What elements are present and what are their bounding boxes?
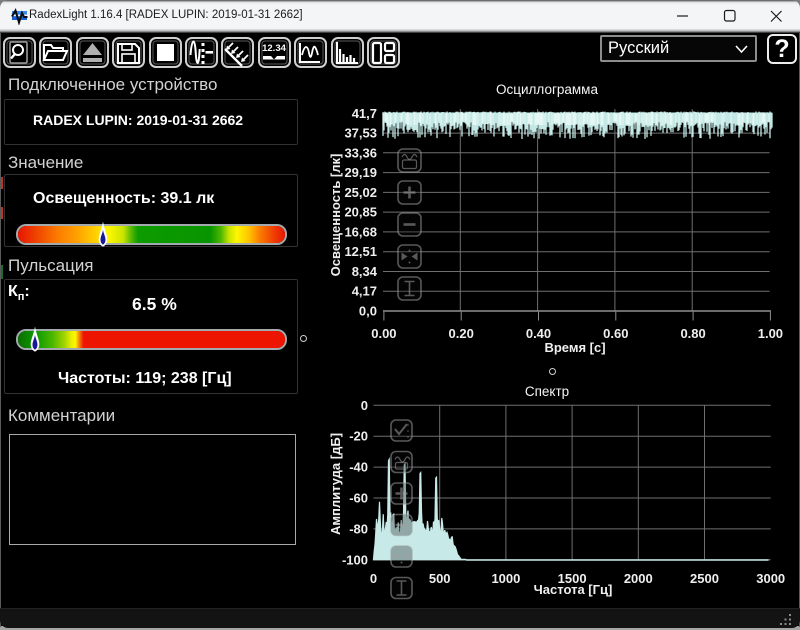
svg-text:4,17: 4,17: [352, 284, 377, 299]
svg-text:12.34: 12.34: [262, 43, 286, 54]
svg-text:20,85: 20,85: [344, 205, 377, 220]
svg-text:0.20: 0.20: [449, 326, 474, 341]
svg-text:Освещенность [лк]: Освещенность [лк]: [328, 154, 343, 277]
svg-text:25,02: 25,02: [344, 185, 377, 200]
svg-text:37,53: 37,53: [344, 126, 377, 141]
svg-text:12,51: 12,51: [344, 244, 377, 259]
svg-text:29,19: 29,19: [344, 165, 377, 180]
svg-text:-60: -60: [349, 491, 368, 506]
svg-text:Время [с]: Время [с]: [544, 340, 605, 355]
svg-text:2000: 2000: [624, 571, 653, 586]
svg-text:0.60: 0.60: [603, 326, 628, 341]
svg-text:41,7: 41,7: [352, 106, 377, 121]
svg-text:0.00: 0.00: [371, 326, 396, 341]
svg-text:-20: -20: [349, 429, 368, 444]
svg-text:Осциллограмма: Осциллограмма: [496, 82, 598, 97]
svg-text:Спектр: Спектр: [525, 384, 569, 399]
svg-text:-100: -100: [342, 552, 368, 567]
svg-text:1000: 1000: [491, 571, 520, 586]
svg-text:16,68: 16,68: [344, 224, 377, 239]
svg-text:0,0: 0,0: [359, 304, 377, 319]
svg-text:33,36: 33,36: [344, 145, 377, 160]
svg-text:0: 0: [370, 571, 377, 586]
svg-text:3000: 3000: [756, 571, 785, 586]
svg-text:-80: -80: [349, 521, 368, 536]
svg-text:0: 0: [361, 398, 368, 413]
svg-text:0.40: 0.40: [526, 326, 551, 341]
svg-text:0.80: 0.80: [680, 326, 705, 341]
svg-text:1.00: 1.00: [758, 326, 783, 341]
svg-text:500: 500: [429, 571, 451, 586]
svg-text:-40: -40: [349, 460, 368, 475]
svg-text:2500: 2500: [690, 571, 719, 586]
svg-text:Амплитуда [дБ]: Амплитуда [дБ]: [328, 433, 343, 535]
svg-text:Частота [Гц]: Частота [Гц]: [534, 582, 613, 597]
svg-text:8,34: 8,34: [352, 264, 378, 279]
